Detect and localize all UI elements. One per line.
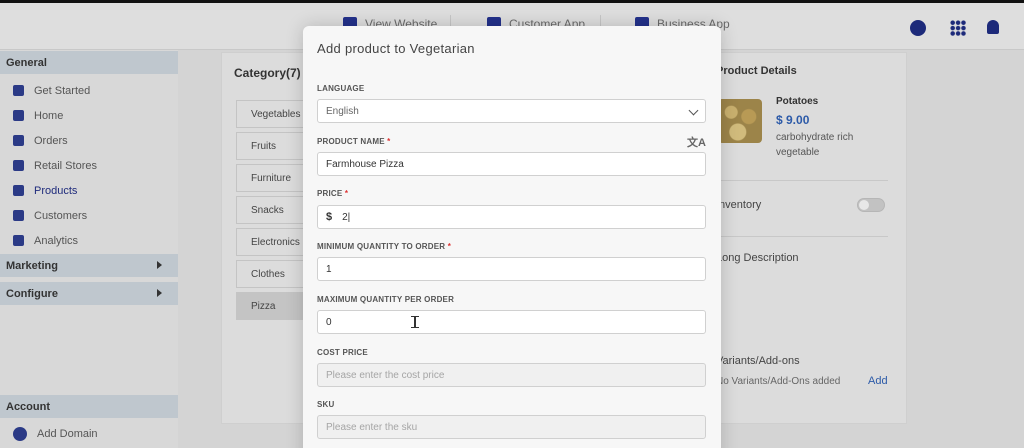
product-description: carbohydrate rich vegetable: [776, 132, 854, 158]
cost-price-input[interactable]: Please enter the cost price: [317, 363, 706, 387]
required-mark: *: [344, 189, 349, 198]
product-name-value: Farmhouse Pizza: [326, 158, 404, 170]
modal-title: Add product to Vegetarian: [317, 41, 475, 56]
text-cursor-icon: [411, 316, 419, 328]
cost-price-label: COST PRICE: [317, 348, 368, 357]
sidebar-section-label: Account: [6, 401, 50, 413]
store-icon: [13, 160, 24, 171]
product-price: $ 9.00: [776, 113, 810, 127]
sidebar-item-add-domain[interactable]: Add Domain: [0, 421, 178, 446]
orders-icon: [13, 135, 24, 146]
sidebar-item-label: Retail Stores: [34, 159, 97, 172]
language-label: LANGUAGE: [317, 84, 364, 93]
product-name: Potatoes: [776, 96, 819, 107]
divider: [718, 180, 888, 181]
max-qty-input[interactable]: 0: [317, 310, 706, 334]
price-value: 2|: [342, 211, 351, 223]
sku-placeholder: Please enter the sku: [326, 421, 418, 433]
chevron-right-icon: [157, 261, 162, 269]
product-details-title: Product Details: [716, 65, 797, 77]
sidebar-section-label: Marketing: [6, 260, 58, 272]
price-input[interactable]: $ 2|: [317, 205, 706, 229]
sidebar-item-home[interactable]: Home: [0, 103, 178, 128]
price-label: PRICE *: [317, 189, 348, 198]
customers-icon: [13, 210, 24, 221]
max-qty-label: MAXIMUM QUANTITY PER ORDER: [317, 295, 454, 304]
sidebar-section-marketing[interactable]: Marketing: [0, 254, 178, 277]
language-select[interactable]: English: [317, 99, 706, 123]
max-qty-value: 0: [326, 316, 332, 328]
sku-label: SKU: [317, 400, 335, 409]
variants-label: Variants/Add-ons: [716, 355, 800, 367]
product-image: [718, 99, 762, 143]
sidebar-item-label: Home: [34, 109, 64, 122]
sidebar-item-label: Products: [34, 184, 78, 197]
sidebar: General Get Started Home Orders Retail S…: [0, 50, 178, 448]
sku-label-text: SKU: [317, 400, 335, 409]
add-product-modal: Add product to Vegetarian LANGUAGE Engli…: [303, 26, 721, 448]
translate-icon[interactable]: 文A: [687, 134, 706, 150]
language-label-text: LANGUAGE: [317, 84, 365, 93]
product-name-input[interactable]: Farmhouse Pizza: [317, 152, 706, 176]
variants-empty-text: No Variants/Add-Ons added: [716, 376, 841, 387]
product-name-label: PRODUCT NAME *: [317, 137, 391, 146]
sidebar-item-get-started[interactable]: Get Started: [0, 78, 178, 103]
sidebar-item-label: Analytics: [34, 234, 79, 247]
required-mark: *: [387, 137, 391, 146]
long-description-label: Long Description: [716, 252, 799, 264]
sidebar-item-orders[interactable]: Orders: [0, 128, 178, 153]
sidebar-item-label: Customers: [34, 209, 88, 222]
divider: [718, 236, 888, 237]
min-qty-value: 1: [326, 263, 332, 275]
inventory-toggle[interactable]: [857, 198, 885, 212]
sidebar-section-configure[interactable]: Configure: [0, 282, 178, 305]
support-icon[interactable]: [910, 20, 926, 36]
sidebar-section-label: Configure: [6, 288, 58, 300]
sidebar-section-account[interactable]: Account: [0, 395, 178, 418]
required-mark: *: [447, 242, 452, 251]
sku-input[interactable]: Please enter the sku: [317, 415, 706, 439]
products-icon: [13, 185, 24, 196]
analytics-icon: [13, 235, 24, 246]
globe-icon: [13, 426, 27, 441]
sidebar-section-general[interactable]: General: [0, 51, 178, 74]
apps-grid-icon[interactable]: [950, 20, 966, 36]
min-qty-input[interactable]: 1: [317, 257, 706, 281]
language-select-value: English: [326, 105, 359, 117]
sidebar-item-products[interactable]: Products: [0, 178, 178, 203]
min-qty-label-text: MINIMUM QUANTITY TO ORDER: [317, 242, 446, 251]
sidebar-item-customers[interactable]: Customers: [0, 203, 178, 228]
sidebar-item-label: Add Domain: [37, 427, 98, 440]
add-variant-link[interactable]: Add: [868, 375, 888, 387]
cost-price-placeholder: Please enter the cost price: [326, 369, 445, 381]
home-icon: [13, 110, 24, 121]
inventory-label: Inventory: [716, 199, 762, 211]
sidebar-item-analytics[interactable]: Analytics: [0, 228, 178, 253]
category-title: Category(7): [234, 66, 301, 80]
max-qty-label-text: MAXIMUM QUANTITY PER ORDER: [317, 295, 455, 304]
document-icon: [13, 85, 24, 96]
notification-bell-icon[interactable]: [987, 20, 999, 34]
chevron-right-icon: [157, 289, 162, 297]
sidebar-item-retail-stores[interactable]: Retail Stores: [0, 153, 178, 178]
cost-price-label-text: COST PRICE: [317, 348, 368, 357]
sidebar-item-label: Orders: [34, 134, 68, 147]
product-name-label-text: PRODUCT NAME: [317, 137, 385, 146]
min-qty-label: MINIMUM QUANTITY TO ORDER *: [317, 242, 451, 251]
currency-symbol: $: [326, 211, 333, 223]
sidebar-item-label: Get Started: [34, 84, 91, 97]
chevron-down-icon: [688, 105, 699, 116]
price-label-text: PRICE: [317, 189, 343, 198]
sidebar-section-label: General: [6, 57, 47, 69]
